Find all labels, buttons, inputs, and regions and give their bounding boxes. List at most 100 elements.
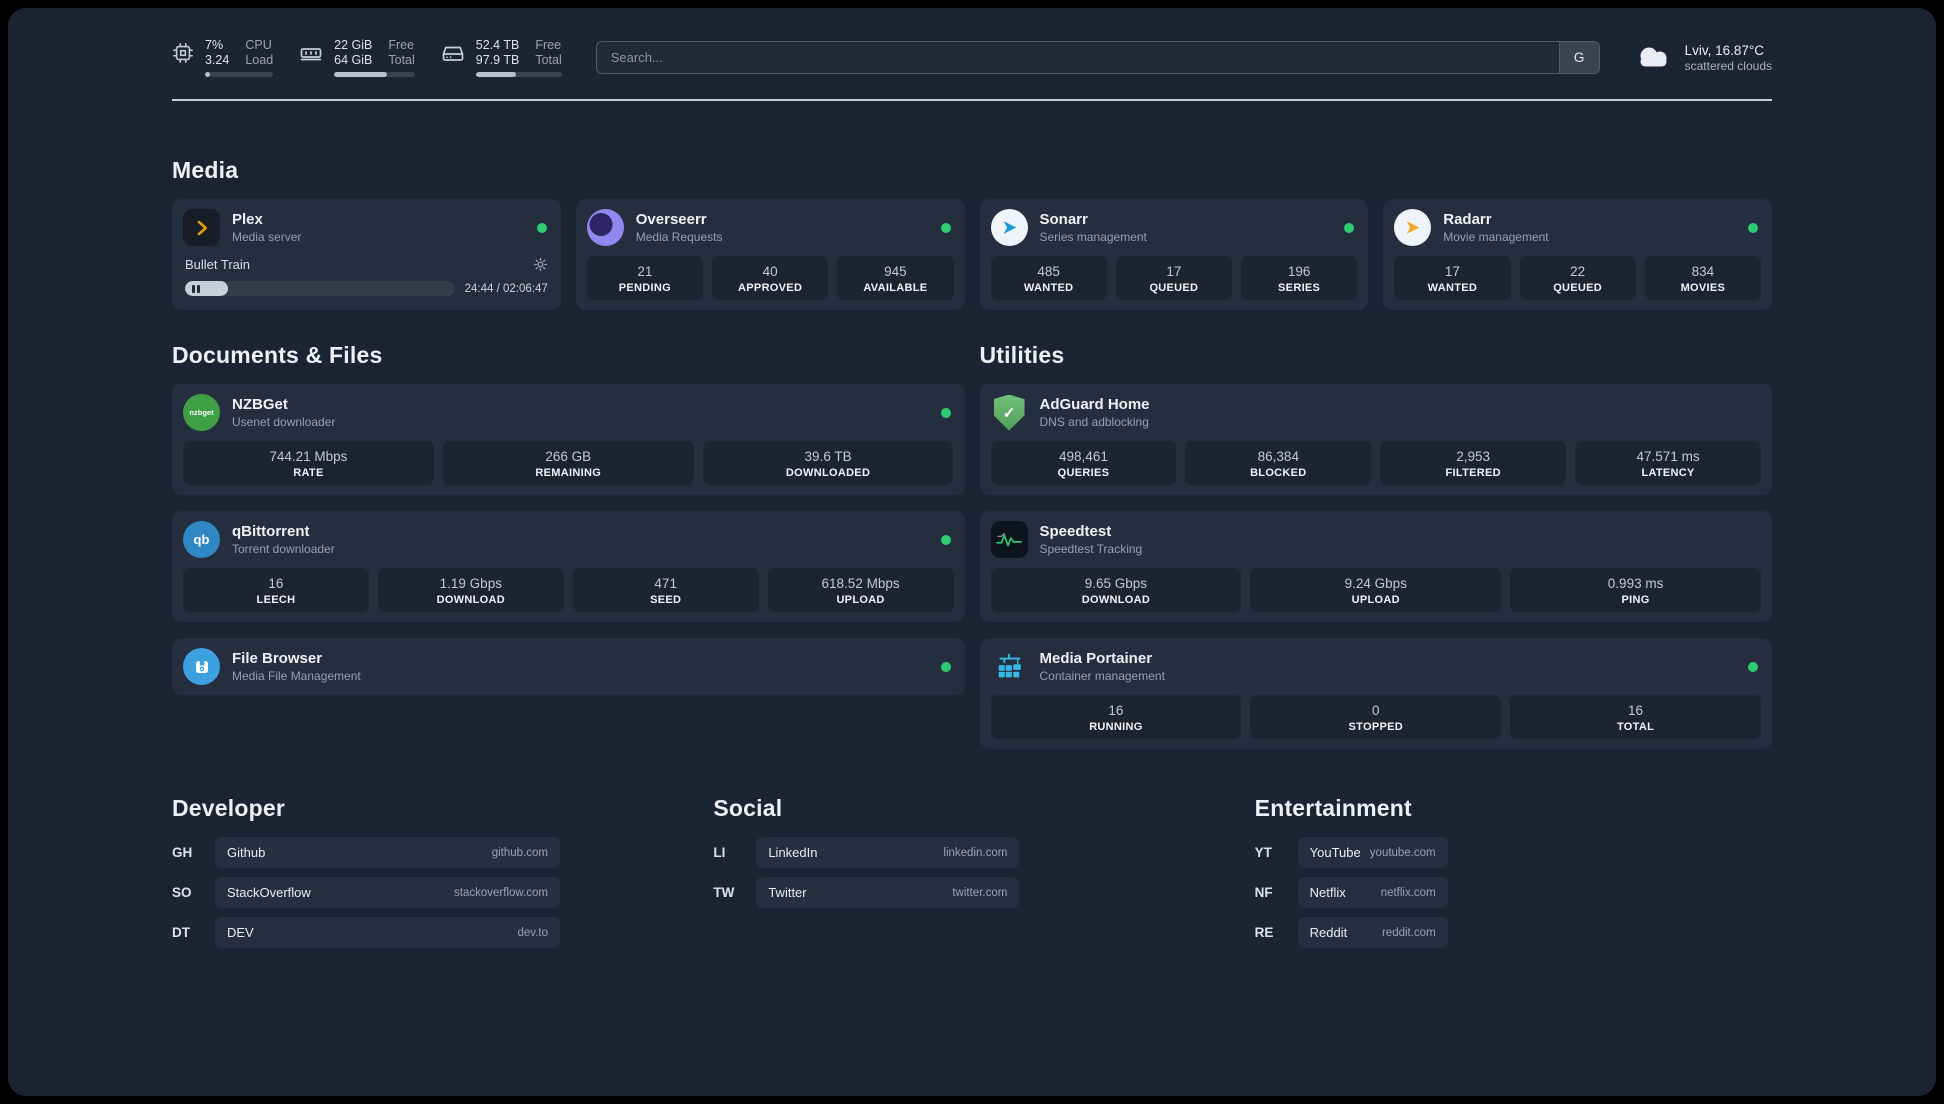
section-documents: Documents & Files nzbget NZBGet Usenet d… — [172, 342, 965, 695]
bookmark-link-youtube[interactable]: YouTube youtube.com — [1297, 837, 1448, 868]
stat-cell: 0.993 ms PING — [1510, 568, 1761, 612]
stat-label: QUEUED — [1149, 282, 1199, 294]
bookmark-abbr: RE — [1254, 925, 1274, 940]
stat-cell: 618.52 Mbps UPLOAD — [767, 568, 954, 612]
service-subtitle: Container management — [1039, 669, 1165, 683]
stat-label: FILTERED — [1445, 467, 1501, 479]
disk-free-label: Free — [535, 38, 562, 52]
bookmark-name: StackOverflow — [227, 885, 311, 900]
stat-label: QUEUED — [1553, 282, 1603, 294]
stat-label: SEED — [650, 594, 682, 606]
stat-value: 485 — [1037, 264, 1060, 279]
stat-value: 196 — [1287, 264, 1311, 279]
bookmarks: Developer GH Github github.com SO StackO… — [172, 795, 1772, 957]
service-card-filebrowser[interactable]: File Browser Media File Management — [172, 638, 965, 695]
stat-cell: 17 QUEUED — [1115, 256, 1232, 300]
gear-icon[interactable] — [533, 257, 548, 272]
bookmark-link-linkedin[interactable]: LinkedIn linkedin.com — [756, 837, 1020, 868]
stat-cell: 1.19 Gbps DOWNLOAD — [377, 568, 564, 612]
bookmark-url: github.com — [491, 846, 548, 859]
service-subtitle: Usenet downloader — [232, 415, 336, 429]
bookmark-link-github[interactable]: Github github.com — [215, 837, 560, 868]
stat-label: AVAILABLE — [863, 282, 928, 294]
stat-value: 266 GB — [545, 449, 592, 464]
stat-value: 834 — [1691, 264, 1715, 279]
cpu-load-label: Load — [245, 53, 274, 67]
bookmark-link-twitter[interactable]: Twitter twitter.com — [756, 877, 1020, 908]
stat-label: REMAINING — [535, 467, 602, 479]
stat-value: 21 — [637, 264, 653, 279]
service-card-speedtest[interactable]: Speedtest Speedtest Tracking 9.65 Gbps DO… — [979, 511, 1772, 622]
service-card-sonarr[interactable]: Sonarr Series management 485 WANTED 17 QUE… — [979, 199, 1369, 310]
disk-usage-bar — [475, 72, 562, 77]
service-card-adguard[interactable]: ✓ AdGuard Home DNS and adblocking 498,46… — [979, 384, 1772, 495]
status-dot — [1344, 222, 1355, 233]
search-input[interactable] — [595, 41, 1600, 74]
stat-value: 16 — [1108, 703, 1124, 718]
stat-label: DOWNLOADED — [785, 467, 871, 479]
status-dot — [1748, 661, 1758, 672]
service-subtitle: Media Requests — [635, 230, 723, 244]
bookmark-link-dev[interactable]: DEV dev.to — [215, 917, 560, 948]
section-media: Media Plex Media server Bullet Train 24:… — [172, 157, 1772, 310]
memory-widget: 22 GiB Free 64 GiB Total — [299, 38, 415, 77]
stat-value: 39.6 TB — [804, 449, 852, 464]
bookmark-row: NF Netflix netflix.com — [1255, 877, 1772, 908]
stat-label: RUNNING — [1089, 721, 1143, 733]
bookmark-abbr: LI — [713, 845, 726, 860]
service-card-radarr[interactable]: Radarr Movie management 17 WANTED 22 QUEUE… — [1383, 199, 1772, 310]
service-card-qbittorrent[interactable]: qb qBittorrent Torrent downloader 16 LEEC… — [172, 511, 965, 622]
stat-value: 1.19 Gbps — [439, 576, 502, 591]
service-name: NZBGet — [232, 396, 288, 413]
portainer-icon — [991, 648, 1028, 685]
status-dot — [940, 534, 951, 545]
stat-cell: 744.21 Mbps RATE — [183, 441, 434, 485]
weather-location: Lviv, 16.87°C — [1684, 42, 1765, 58]
service-subtitle: Series management — [1039, 230, 1147, 244]
bookmark-group-title: Entertainment — [1254, 795, 1412, 821]
dashboard-frame: 7% CPU 3.24 Load 22 GiB Free 64 GiB Tota… — [8, 8, 1936, 1096]
bookmark-group-developer: Developer GH Github github.com SO StackO… — [172, 795, 689, 957]
search-provider-button[interactable]: G — [1558, 42, 1599, 73]
service-name: qBittorrent — [232, 523, 310, 540]
service-card-overseerr[interactable]: Overseerr Media Requests 21 PENDING 40 APP… — [575, 199, 965, 310]
stat-label: MOVIES — [1680, 282, 1726, 294]
playback-time: 24:44 / 02:06:47 — [464, 282, 548, 295]
stat-label: APPROVED — [738, 282, 803, 294]
section-title-media: Media — [172, 157, 239, 183]
bookmark-abbr: SO — [172, 885, 192, 900]
topbar: 7% CPU 3.24 Load 22 GiB Free 64 GiB Tota… — [172, 38, 1772, 77]
pause-icon[interactable] — [192, 284, 195, 293]
stat-cell: 196 SERIES — [1241, 256, 1358, 300]
bookmark-link-netflix[interactable]: Netflix netflix.com — [1297, 877, 1448, 908]
bookmark-row: SO StackOverflow stackoverflow.com — [172, 877, 689, 908]
bookmark-group-title: Developer — [172, 795, 286, 821]
bookmark-name: LinkedIn — [768, 845, 818, 860]
stat-value: 17 — [1166, 264, 1182, 279]
service-card-portainer[interactable]: Media Portainer Container management 16 R… — [979, 638, 1772, 749]
bookmark-abbr: DT — [172, 925, 190, 940]
stat-value: 47.571 ms — [1636, 449, 1700, 464]
bookmark-link-stackoverflow[interactable]: StackOverflow stackoverflow.com — [215, 877, 560, 908]
cpu-label: CPU — [245, 38, 272, 52]
stat-cell: 86,384 BLOCKED — [1185, 441, 1372, 485]
status-dot — [940, 661, 951, 672]
bookmark-url: youtube.com — [1369, 846, 1436, 859]
stat-cell: 266 GB REMAINING — [442, 441, 694, 485]
plex-icon — [183, 209, 220, 246]
stat-value: 22 — [1570, 264, 1586, 279]
stat-value: 16 — [1628, 703, 1644, 718]
stat-label: DOWNLOAD — [436, 594, 505, 606]
disk-widget: 52.4 TB Free 97.9 TB Total — [441, 38, 562, 77]
bookmark-abbr: GH — [172, 845, 193, 860]
service-name: Media Portainer — [1039, 650, 1153, 667]
playback-progress[interactable] — [185, 281, 455, 296]
bookmark-group-title: Social — [713, 795, 783, 821]
now-playing-title: Bullet Train — [185, 257, 251, 272]
cpu-usage-bar — [205, 72, 274, 77]
bookmark-url: dev.to — [517, 926, 548, 939]
service-card-nzbget[interactable]: nzbget NZBGet Usenet downloader 744.21 M… — [172, 384, 965, 495]
stat-value: 9.24 Gbps — [1344, 576, 1407, 591]
service-card-plex[interactable]: Plex Media server Bullet Train 24:44 / 0… — [172, 199, 561, 310]
bookmark-link-reddit[interactable]: Reddit reddit.com — [1297, 917, 1448, 948]
